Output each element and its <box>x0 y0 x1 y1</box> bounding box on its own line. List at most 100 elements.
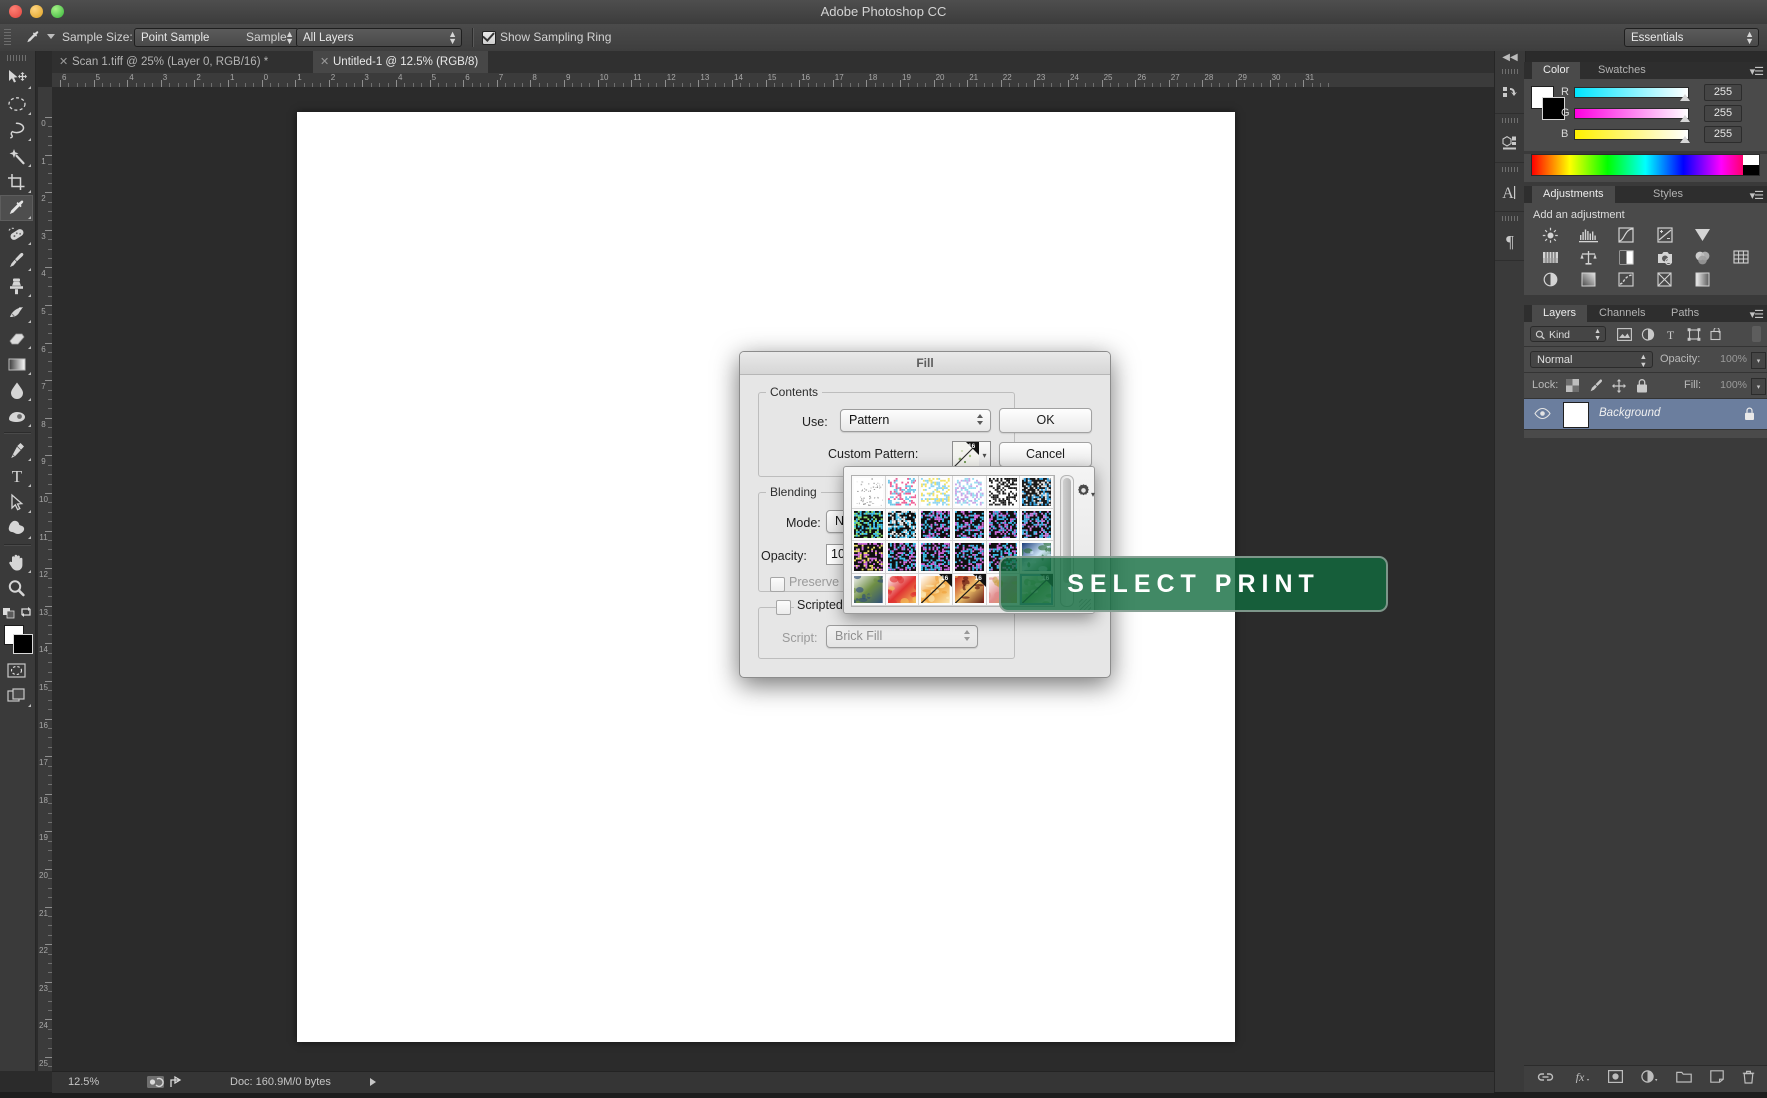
channel-value-r[interactable]: 255 <box>1704 84 1742 101</box>
tools-panel-grip[interactable] <box>7 55 28 61</box>
fill-stepper[interactable]: ▾ <box>1751 378 1766 395</box>
pattern-swatch[interactable] <box>886 509 920 542</box>
pattern-swatch[interactable] <box>852 509 886 542</box>
tab-color[interactable]: Color <box>1532 62 1580 79</box>
eyedropper-icon[interactable] <box>22 28 44 48</box>
options-bar-grip[interactable] <box>4 29 11 46</box>
pattern-swatch[interactable] <box>953 509 987 542</box>
hue-saturation-icon[interactable] <box>1532 247 1568 267</box>
close-tab-icon[interactable]: ✕ <box>320 51 329 73</box>
select-print-overlay[interactable]: SELECT PRINT <box>999 556 1388 612</box>
pattern-swatch[interactable] <box>1020 509 1054 542</box>
tab-swatches[interactable]: Swatches <box>1587 62 1657 79</box>
pattern-swatch[interactable] <box>886 476 920 509</box>
clone-stamp-tool[interactable] <box>0 273 33 299</box>
add-mask-icon[interactable] <box>1608 1070 1623 1088</box>
channel-slider-knob-r[interactable] <box>1680 94 1690 101</box>
history-panel-button[interactable] <box>1495 65 1525 114</box>
layer-style-fx-icon[interactable]: fx <box>1572 1070 1590 1088</box>
tab-layers[interactable]: Layers <box>1532 305 1587 322</box>
shape-layer-filter-icon[interactable] <box>1685 327 1702 342</box>
close-tab-icon[interactable]: ✕ <box>59 51 68 73</box>
magic-wand-tool[interactable] <box>0 143 33 169</box>
levels-icon[interactable] <box>1570 225 1606 245</box>
fill-value[interactable]: 100% <box>1713 378 1751 393</box>
document-tab-scan1[interactable]: ✕ Scan 1.tiff @ 25% (Layer 0, RGB/16) * <box>52 51 278 73</box>
type-layer-filter-icon[interactable]: T <box>1662 327 1679 342</box>
channel-slider-r[interactable] <box>1574 87 1689 98</box>
channel-slider-g[interactable] <box>1574 108 1689 119</box>
tool-preset-chevron-down-icon[interactable] <box>47 34 55 39</box>
color-balance-icon[interactable] <box>1570 247 1606 267</box>
lock-image-icon[interactable] <box>1587 378 1604 393</box>
black-white-icon[interactable] <box>1608 247 1644 267</box>
pixel-layer-filter-icon[interactable] <box>1616 327 1633 342</box>
background-color-swatch[interactable] <box>13 634 33 654</box>
channel-slider-knob-b[interactable] <box>1680 136 1690 143</box>
delete-layer-icon[interactable] <box>1742 1070 1755 1089</box>
channel-value-g[interactable]: 255 <box>1704 105 1742 122</box>
pattern-swatch[interactable] <box>953 476 987 509</box>
quick-mask-button[interactable] <box>0 657 33 683</box>
filter-toggle-switch[interactable] <box>1752 326 1761 342</box>
sample-select[interactable]: All Layers ▲▼ <box>296 28 462 47</box>
color-swatches[interactable] <box>0 623 33 657</box>
pattern-swatch[interactable]: 16 <box>953 574 987 607</box>
black-white-picker[interactable] <box>1743 155 1759 175</box>
photo-filter-icon[interactable] <box>1647 247 1683 267</box>
vertical-ruler[interactable]: 0123456789101112131415161718192021222324… <box>38 87 53 1071</box>
script-select[interactable]: Brick Fill <box>826 625 978 648</box>
curves-icon[interactable] <box>1608 225 1644 245</box>
tab-paths[interactable]: Paths <box>1660 305 1710 322</box>
workspace-select[interactable]: Essentials ▲▼ <box>1624 28 1759 47</box>
tab-styles[interactable]: Styles <box>1642 186 1694 203</box>
gradient-tool[interactable] <box>0 351 33 377</box>
threshold-icon[interactable] <box>1608 269 1644 289</box>
hand-tool[interactable] <box>0 549 33 575</box>
cancel-button[interactable]: Cancel <box>999 442 1092 467</box>
layer-row-background[interactable]: Background <box>1524 399 1767 430</box>
pattern-swatch[interactable] <box>987 476 1021 509</box>
lasso-tool[interactable] <box>0 117 33 143</box>
screen-mode-button[interactable] <box>0 683 33 709</box>
move-tool[interactable] <box>0 65 33 91</box>
horizontal-ruler[interactable]: 6543210123456789101112131415161718192021… <box>52 73 1494 88</box>
pen-tool[interactable] <box>0 437 33 463</box>
exposure-icon[interactable] <box>1647 225 1683 245</box>
default-colors-icon[interactable] <box>2 605 16 619</box>
type-tool[interactable]: T <box>0 463 33 489</box>
layer-name[interactable]: Background <box>1599 407 1660 419</box>
elliptical-marquee-tool[interactable] <box>0 91 33 117</box>
pattern-swatch[interactable] <box>886 574 920 607</box>
pattern-swatch[interactable] <box>852 476 886 509</box>
scripted-patterns-checkbox[interactable] <box>776 600 791 615</box>
status-icons[interactable] <box>147 1075 187 1098</box>
use-select[interactable]: Pattern <box>840 409 991 432</box>
new-group-icon[interactable] <box>1676 1070 1692 1088</box>
pattern-swatch[interactable] <box>1020 476 1054 509</box>
vibrance-icon[interactable] <box>1685 225 1721 245</box>
preserve-transparency-checkbox[interactable] <box>770 577 785 592</box>
pattern-swatch[interactable]: 16 <box>919 574 953 607</box>
layer-filter-kind-select[interactable]: Kind ▲▼ <box>1530 326 1606 342</box>
gradient-map-icon[interactable] <box>1685 269 1721 289</box>
tab-adjustments[interactable]: Adjustments <box>1532 186 1615 203</box>
custom-shape-tool[interactable] <box>0 515 33 541</box>
path-selection-tool[interactable] <box>0 489 33 515</box>
layer-thumbnail[interactable] <box>1563 402 1589 428</box>
zoom-level[interactable]: 12.5% <box>68 1072 99 1093</box>
pattern-swatch[interactable] <box>987 509 1021 542</box>
history-brush-tool[interactable] <box>0 299 33 325</box>
eraser-tool[interactable] <box>0 325 33 351</box>
brush-tool[interactable] <box>0 247 33 273</box>
channel-slider-knob-g[interactable] <box>1680 115 1690 122</box>
custom-pattern-swatch[interactable]: 16 <box>952 441 980 469</box>
pattern-swatch[interactable] <box>852 574 886 607</box>
opacity-stepper[interactable]: ▾ <box>1751 352 1766 369</box>
zoom-tool[interactable] <box>0 575 33 601</box>
ok-button[interactable]: OK <box>999 408 1092 433</box>
gear-icon[interactable]: ▾ <box>1076 483 1091 501</box>
color-panel-menu-icon[interactable]: ▾☰ <box>1750 65 1763 78</box>
pattern-swatch[interactable] <box>919 476 953 509</box>
show-sampling-ring-checkbox[interactable] <box>482 31 496 45</box>
